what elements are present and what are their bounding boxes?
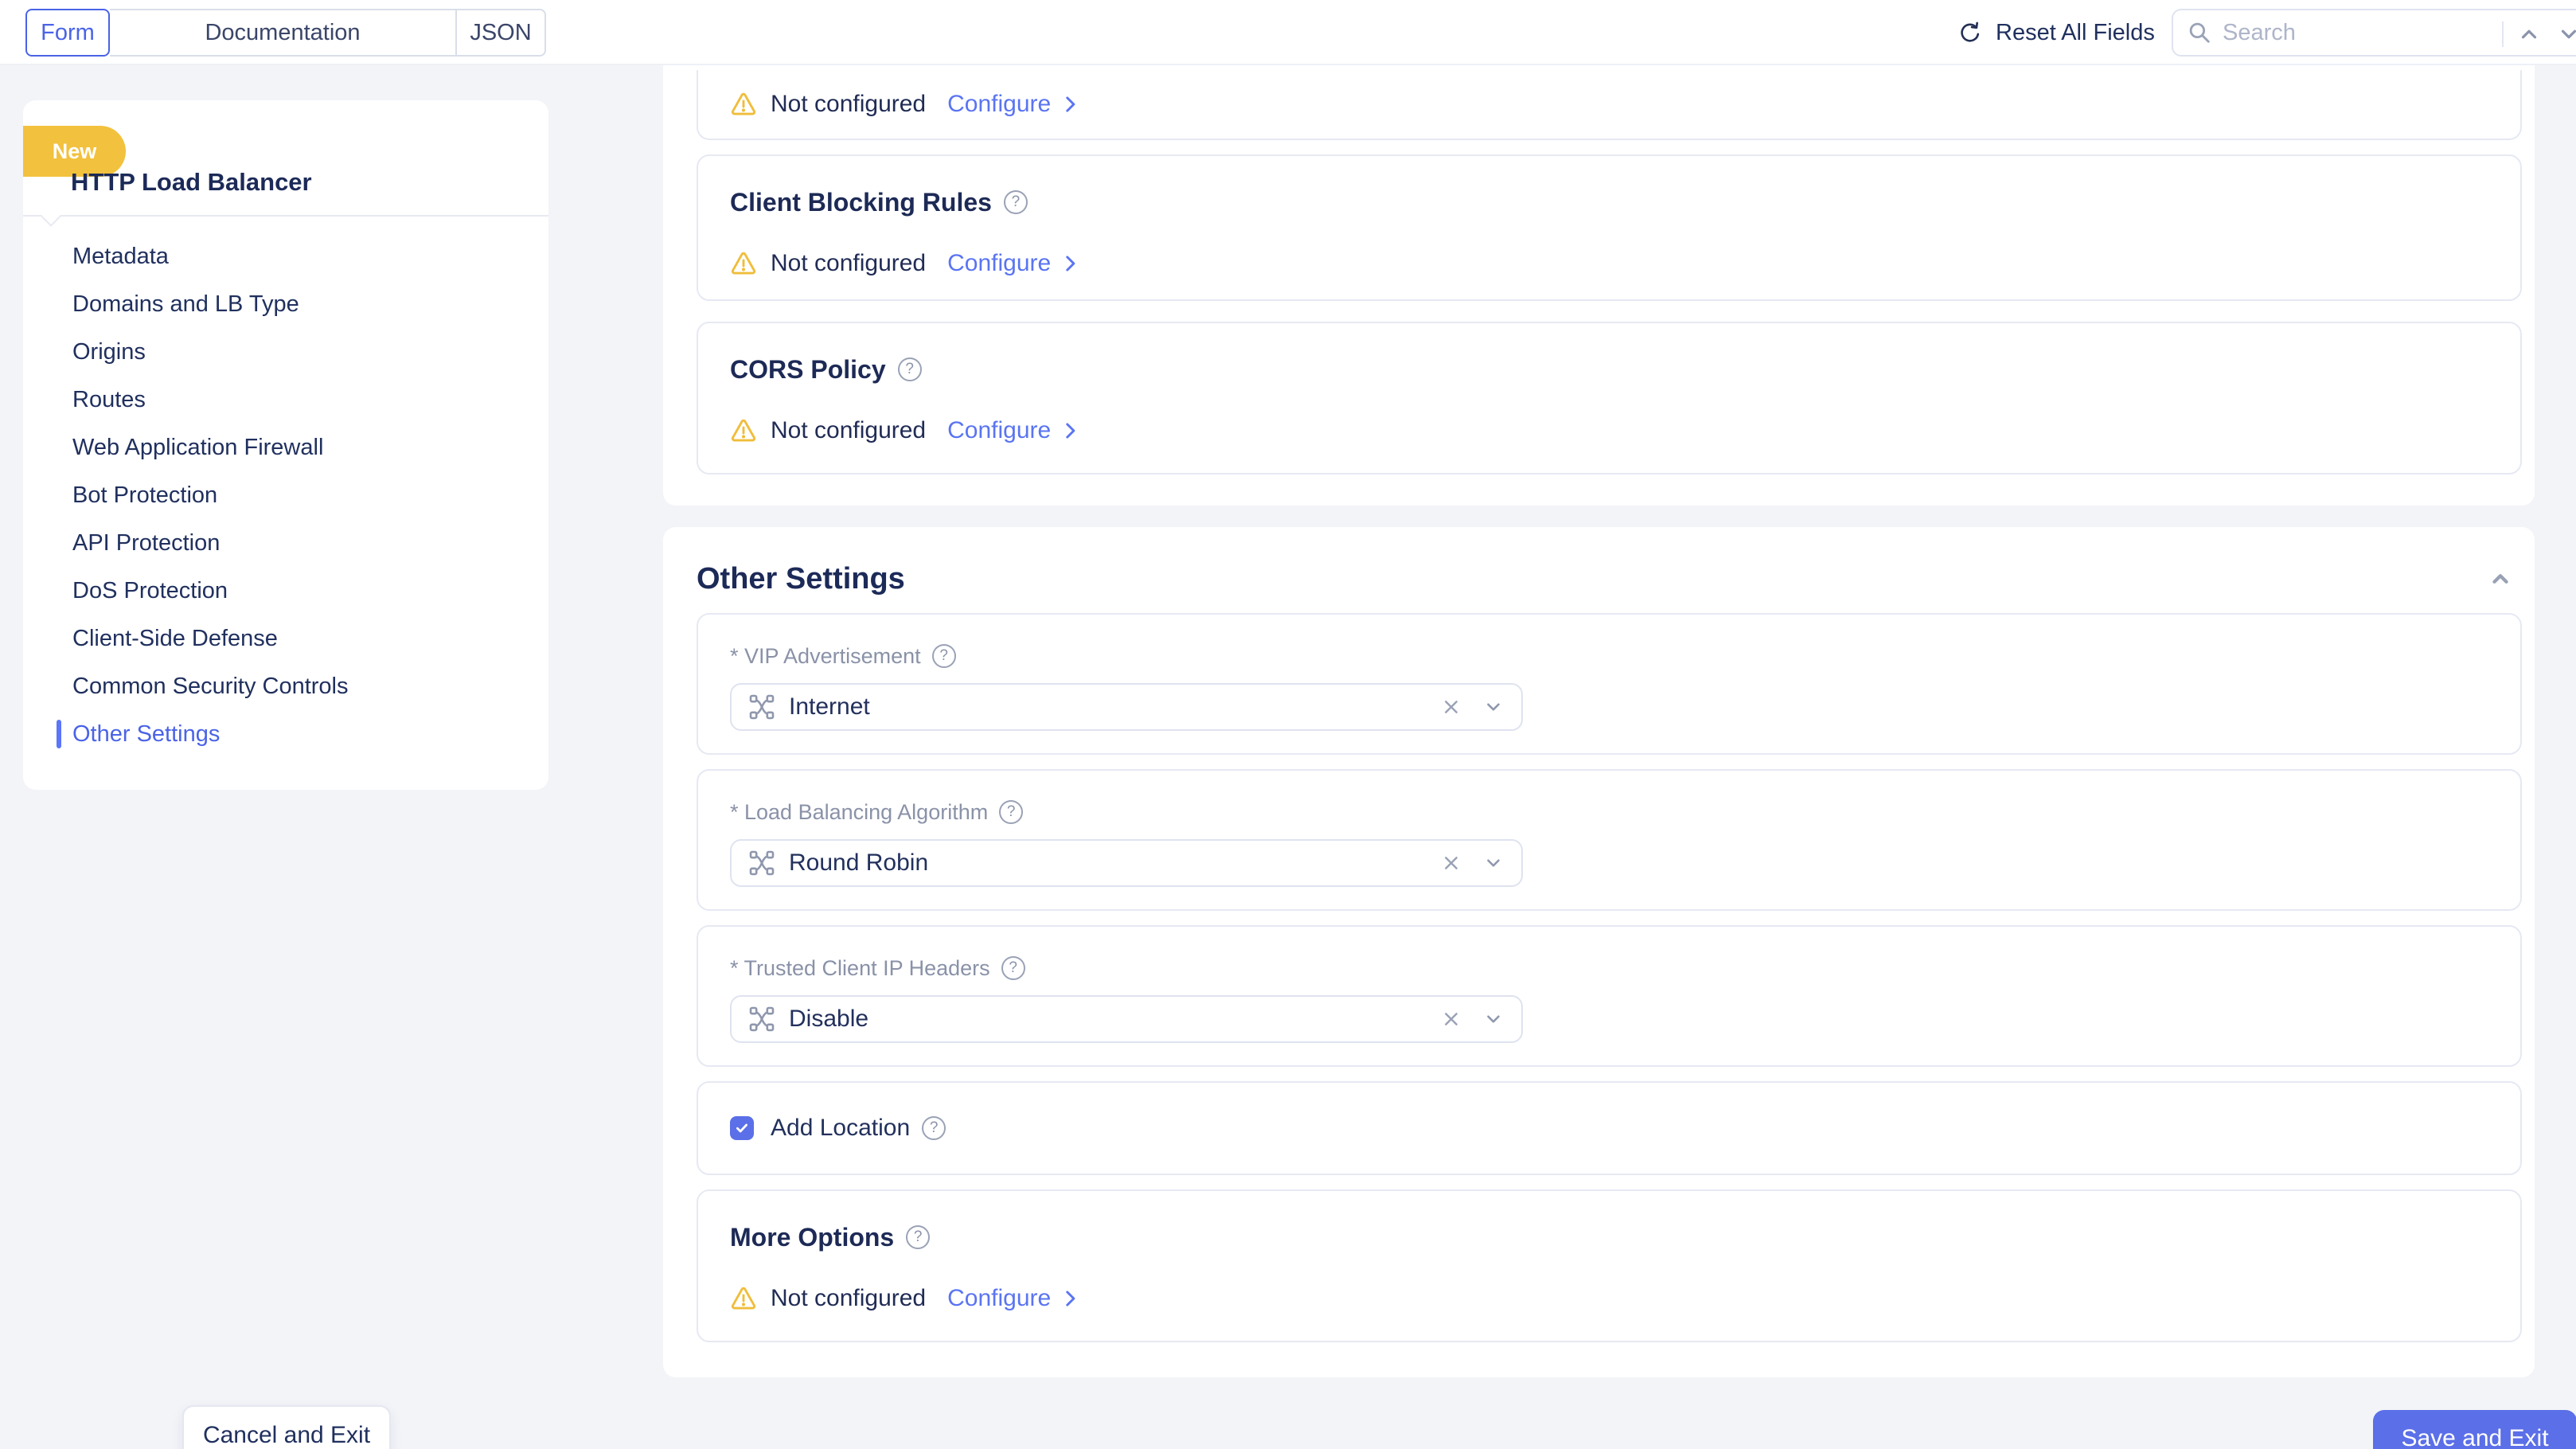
card-title: More Options — [730, 1220, 894, 1255]
search-input[interactable] — [2223, 20, 2485, 46]
help-icon[interactable] — [932, 644, 956, 668]
warning-icon — [730, 250, 757, 277]
tab-form[interactable]: Form — [25, 9, 110, 57]
chevron-right-icon — [1060, 94, 1080, 115]
add-location-card: Add Location — [697, 1081, 2522, 1175]
partial-config-card: Not configured Configure — [697, 70, 2522, 140]
clear-x-icon[interactable] — [1440, 1008, 1462, 1030]
sidebar-item-bot-protection[interactable]: Bot Protection — [23, 471, 548, 519]
clear-x-icon[interactable] — [1440, 852, 1462, 874]
status-row: Not configured Configure — [730, 417, 2488, 444]
help-icon[interactable] — [898, 357, 922, 381]
field-label: * Trusted Client IP Headers — [730, 956, 990, 981]
search-icon — [2188, 21, 2211, 45]
add-location-label: Add Location — [771, 1115, 910, 1142]
help-icon[interactable] — [1001, 956, 1025, 980]
chevron-right-icon — [1060, 1288, 1080, 1309]
form-nav-sidebar: New HTTP Load Balancer Metadata Domains … — [23, 100, 548, 790]
select-value: Internet — [789, 693, 870, 721]
help-icon[interactable] — [999, 800, 1023, 824]
sidebar-item-metadata[interactable]: Metadata — [23, 232, 548, 280]
help-icon[interactable] — [906, 1225, 930, 1249]
check-icon — [734, 1120, 750, 1136]
trusted-client-ip-headers-select[interactable]: Disable — [730, 995, 1523, 1043]
configure-link[interactable]: Configure — [947, 417, 1080, 444]
chevron-down-icon[interactable] — [1483, 697, 1504, 717]
status-text: Not configured — [771, 1285, 926, 1312]
load-balancing-algorithm-select[interactable]: Round Robin — [730, 839, 1523, 887]
sidebar-item-client-side-defense[interactable]: Client-Side Defense — [23, 615, 548, 662]
clear-x-icon[interactable] — [1440, 696, 1462, 718]
search-next-chevron-down-icon[interactable] — [2557, 22, 2576, 46]
system-value-icon — [749, 1006, 775, 1032]
sidebar-item-other-settings[interactable]: Other Settings — [23, 710, 548, 758]
status-text: Not configured — [771, 417, 926, 444]
configure-link[interactable]: Configure — [947, 1285, 1080, 1312]
add-location-checkbox[interactable] — [730, 1116, 754, 1140]
status-row: Not configured Configure — [730, 91, 1080, 118]
section-collapse-chevron-up-icon[interactable] — [2488, 567, 2512, 591]
section-title: Other Settings — [697, 559, 2522, 599]
form-title: HTTP Load Balancer — [71, 166, 312, 198]
sidebar-section-list: Metadata Domains and LB Type Origins Rou… — [23, 232, 548, 758]
chevron-down-icon[interactable] — [1483, 1009, 1504, 1029]
help-icon[interactable] — [922, 1116, 946, 1140]
sidebar-item-routes[interactable]: Routes — [23, 376, 548, 424]
cancel-and-exit-button[interactable]: Cancel and Exit — [182, 1405, 391, 1449]
client-blocking-rules-card: Client Blocking Rules Not configured Con… — [697, 154, 2522, 301]
sidebar-item-api-protection[interactable]: API Protection — [23, 519, 548, 567]
reset-all-fields-label: Reset All Fields — [1996, 20, 2155, 46]
sidebar-collapse-notch[interactable] — [41, 206, 60, 226]
card-title: CORS Policy — [730, 352, 886, 387]
sidebar-item-waf[interactable]: Web Application Firewall — [23, 424, 548, 471]
security-cards-panel: Not configured Configure Client Blocking… — [663, 65, 2535, 506]
sidebar-item-origins[interactable]: Origins — [23, 328, 548, 376]
view-tabs: Form Documentation JSON — [25, 9, 546, 57]
system-value-icon — [749, 694, 775, 720]
warning-icon — [730, 1285, 757, 1312]
chevron-right-icon — [1060, 420, 1080, 441]
search-box — [2172, 9, 2576, 57]
tab-json[interactable]: JSON — [455, 9, 546, 57]
select-value: Round Robin — [789, 849, 928, 877]
reset-all-fields-button[interactable]: Reset All Fields — [1957, 0, 2155, 65]
tab-documentation[interactable]: Documentation — [110, 9, 455, 57]
select-value: Disable — [789, 1006, 868, 1033]
search-prev-chevron-up-icon[interactable] — [2517, 22, 2541, 46]
cors-policy-card: CORS Policy Not configured Configure — [697, 322, 2522, 475]
top-toolbar: Form Documentation JSON Reset All Fields — [0, 0, 2576, 65]
system-value-icon — [749, 850, 775, 876]
other-settings-panel: Other Settings * VIP Advertisement Inter… — [663, 527, 2535, 1377]
warning-icon — [730, 91, 757, 118]
sidebar-divider — [23, 215, 548, 217]
reset-icon — [1957, 19, 1984, 46]
status-text: Not configured — [771, 91, 926, 118]
trusted-client-ip-headers-field-card: * Trusted Client IP Headers Disable — [697, 925, 2522, 1067]
chevron-down-icon[interactable] — [1483, 853, 1504, 873]
sidebar-item-dos-protection[interactable]: DoS Protection — [23, 567, 548, 615]
search-divider — [2502, 21, 2504, 47]
warning-icon — [730, 417, 757, 444]
sidebar-item-common-security-controls[interactable]: Common Security Controls — [23, 662, 548, 710]
configure-link[interactable]: Configure — [947, 250, 1080, 277]
help-icon[interactable] — [1004, 190, 1028, 214]
load-balancing-algorithm-field-card: * Load Balancing Algorithm Round Robin — [697, 769, 2522, 911]
vip-advertisement-field-card: * VIP Advertisement Internet — [697, 613, 2522, 755]
vip-advertisement-select[interactable]: Internet — [730, 683, 1523, 731]
save-and-exit-button[interactable]: Save and Exit — [2373, 1410, 2576, 1449]
sidebar-item-domains-lb-type[interactable]: Domains and LB Type — [23, 280, 548, 328]
field-label: * VIP Advertisement — [730, 644, 921, 669]
configure-link[interactable]: Configure — [947, 91, 1080, 118]
chevron-right-icon — [1060, 253, 1080, 274]
more-options-card: More Options Not configured Configure — [697, 1189, 2522, 1342]
status-row: Not configured Configure — [730, 250, 2488, 277]
card-title: Client Blocking Rules — [730, 185, 992, 220]
status-text: Not configured — [771, 250, 926, 277]
status-row: Not configured Configure — [730, 1285, 2488, 1312]
field-label: * Load Balancing Algorithm — [730, 800, 988, 825]
